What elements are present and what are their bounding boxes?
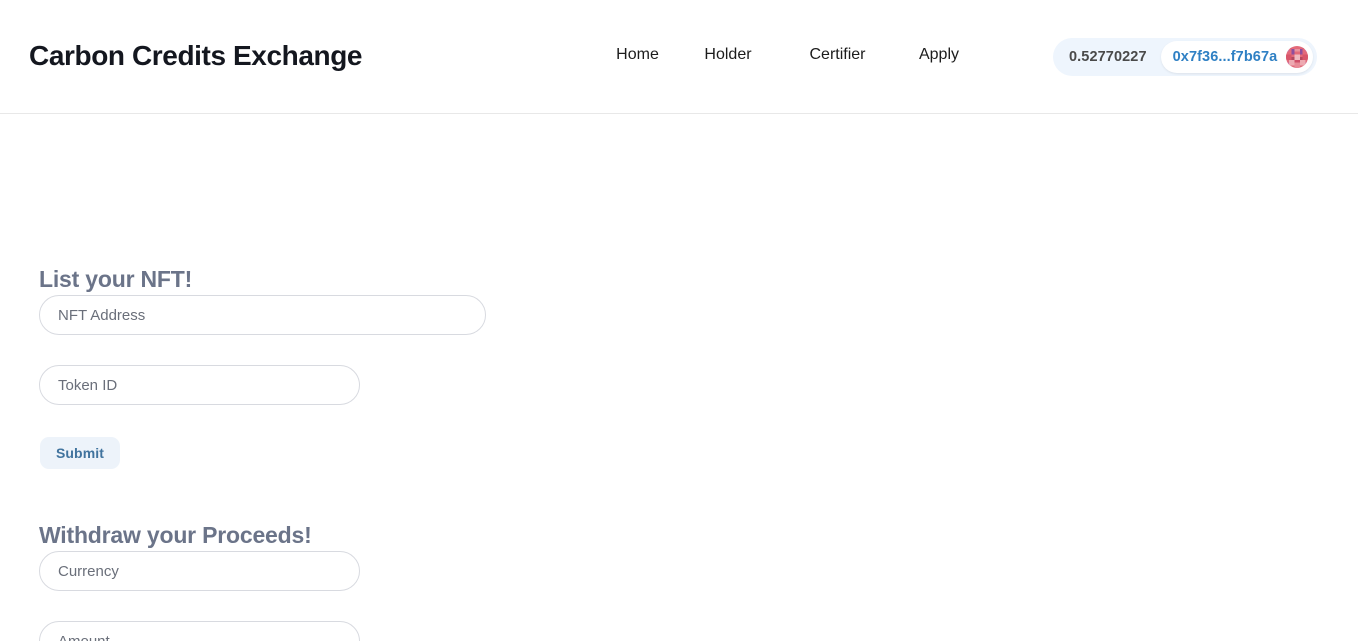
withdraw-proceeds-heading: Withdraw your Proceeds!	[39, 522, 312, 549]
wallet-balance: 0.52770227	[1069, 49, 1147, 65]
nav-item-home[interactable]: Home	[600, 46, 675, 64]
wallet-account-button[interactable]: 0x7f36...f7b67a	[1160, 41, 1314, 73]
main-navigation: Home Holder Certifier Apply	[600, 46, 984, 64]
list-nft-heading: List your NFT!	[39, 266, 193, 293]
nav-item-apply[interactable]: Apply	[894, 46, 984, 64]
amount-input[interactable]	[39, 621, 360, 641]
nft-address-input[interactable]	[39, 295, 486, 335]
currency-input[interactable]	[39, 551, 360, 591]
nav-item-certifier[interactable]: Certifier	[781, 46, 894, 64]
wallet-badge[interactable]: 0.52770227 0x7f36...f7b67a	[1053, 38, 1318, 76]
site-header: Carbon Credits Exchange Home Holder Cert…	[0, 0, 1358, 114]
identicon-avatar-icon	[1286, 46, 1309, 68]
list-nft-submit-button[interactable]: Submit	[40, 437, 120, 469]
token-id-input[interactable]	[39, 365, 360, 405]
wallet-address: 0x7f36...f7b67a	[1172, 49, 1278, 65]
page-title: Carbon Credits Exchange	[29, 40, 363, 71]
nav-item-holder[interactable]: Holder	[675, 46, 781, 64]
